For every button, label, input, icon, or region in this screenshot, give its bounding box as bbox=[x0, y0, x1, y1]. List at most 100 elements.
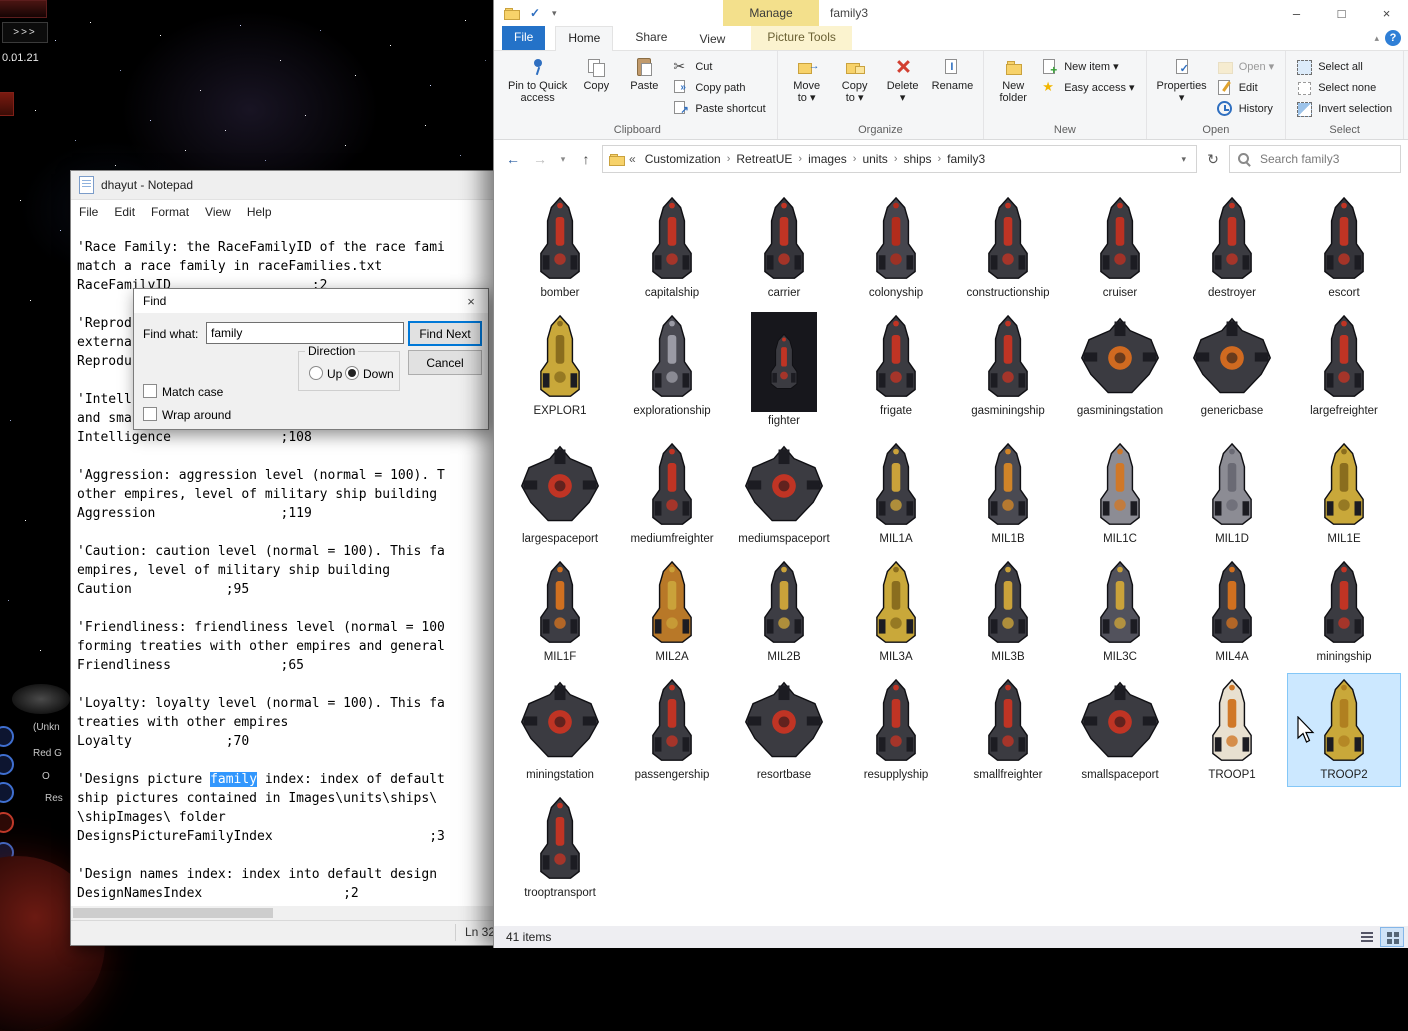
menu-view[interactable]: View bbox=[197, 202, 239, 222]
file-item-passengership[interactable]: passengership bbox=[616, 674, 728, 786]
file-item-mil2b[interactable]: MIL2B bbox=[728, 556, 840, 668]
search-box[interactable] bbox=[1229, 145, 1401, 173]
game-sidebar-button[interactable] bbox=[0, 726, 14, 747]
file-item-mediumspaceport[interactable]: mediumspaceport bbox=[728, 438, 840, 550]
rename-button[interactable]: Rename bbox=[927, 53, 979, 92]
help-icon[interactable]: ? bbox=[1385, 30, 1401, 46]
menu-format[interactable]: Format bbox=[143, 202, 197, 222]
direction-up-radio[interactable]: Up bbox=[309, 366, 342, 381]
list-view-button[interactable] bbox=[1356, 928, 1378, 946]
minimize-button[interactable]: – bbox=[1274, 0, 1319, 26]
file-item-mil1c[interactable]: MIL1C bbox=[1064, 438, 1176, 550]
file-item-mil4a[interactable]: MIL4A bbox=[1176, 556, 1288, 668]
find-next-button[interactable]: Find Next bbox=[408, 321, 482, 346]
back-button[interactable]: ← bbox=[502, 151, 524, 167]
file-item-largespaceport[interactable]: largespaceport bbox=[504, 438, 616, 550]
copy-path-button[interactable]: Copy path bbox=[670, 77, 771, 98]
breadcrumb-truncate[interactable]: « bbox=[626, 152, 639, 166]
file-item-mil1b[interactable]: MIL1B bbox=[952, 438, 1064, 550]
menu-file[interactable]: File bbox=[71, 202, 106, 222]
game-sidebar-button[interactable] bbox=[0, 812, 14, 833]
select-none-button[interactable]: Select none bbox=[1293, 77, 1398, 98]
find-what-input[interactable] bbox=[206, 322, 404, 344]
file-item-frigate[interactable]: frigate bbox=[840, 310, 952, 432]
file-item-mil3b[interactable]: MIL3B bbox=[952, 556, 1064, 668]
easy-access-button[interactable]: Easy access ▾ bbox=[1039, 77, 1140, 98]
file-item-explor1[interactable]: EXPLOR1 bbox=[504, 310, 616, 432]
file-item-mediumfreighter[interactable]: mediumfreighter bbox=[616, 438, 728, 550]
file-item-miningstation[interactable]: miningstation bbox=[504, 674, 616, 786]
forward-button[interactable]: → bbox=[529, 151, 551, 167]
tab-file[interactable]: File bbox=[502, 26, 546, 50]
file-item-resupplyship[interactable]: resupplyship bbox=[840, 674, 952, 786]
tab-picture-tools[interactable]: Picture Tools bbox=[751, 26, 852, 50]
refresh-icon[interactable]: ↻ bbox=[1202, 151, 1224, 168]
folder-icon[interactable] bbox=[504, 6, 520, 20]
file-item-largefreighter[interactable]: largefreighter bbox=[1288, 310, 1400, 432]
file-item-escort[interactable]: escort bbox=[1288, 192, 1400, 304]
file-item-cruiser[interactable]: cruiser bbox=[1064, 192, 1176, 304]
file-item-fighter[interactable]: fighter bbox=[728, 310, 840, 432]
collapse-ribbon-icon[interactable]: ▴ bbox=[1374, 33, 1379, 44]
file-item-capitalship[interactable]: capitalship bbox=[616, 192, 728, 304]
notepad-titlebar[interactable]: dhayut - Notepad bbox=[71, 171, 501, 200]
address-box[interactable]: « Customization › RetreatUE › images › units › s… bbox=[602, 145, 1197, 173]
new-folder-button[interactable]: New folder bbox=[989, 53, 1037, 104]
game-side-icon[interactable] bbox=[0, 92, 14, 116]
pin-to-quick-access-button[interactable]: Pin to Quick access bbox=[503, 53, 572, 104]
breadcrumb-item-customization[interactable]: Customization bbox=[640, 150, 726, 168]
expand-sidebar-button[interactable]: >>> bbox=[2, 22, 48, 43]
paste-shortcut-button[interactable]: Paste shortcut bbox=[670, 98, 771, 119]
search-input[interactable] bbox=[1258, 151, 1394, 167]
breadcrumb-item-family3[interactable]: family3 bbox=[942, 150, 990, 168]
up-button[interactable]: ↑ bbox=[575, 151, 597, 167]
close-icon[interactable]: × bbox=[456, 290, 486, 312]
cancel-button[interactable]: Cancel bbox=[408, 350, 482, 375]
maximize-button[interactable]: □ bbox=[1319, 0, 1364, 26]
breadcrumb-item-units[interactable]: units bbox=[857, 150, 892, 168]
horizontal-scrollbar[interactable] bbox=[71, 906, 501, 920]
open-button[interactable]: Open ▾ bbox=[1214, 56, 1281, 77]
scrollbar-thumb[interactable] bbox=[73, 908, 273, 918]
explorer-titlebar[interactable]: ▾ Manage family3 – □ × bbox=[494, 0, 1408, 26]
tab-share[interactable]: Share bbox=[623, 26, 679, 50]
file-item-bomber[interactable]: bomber bbox=[504, 192, 616, 304]
game-sidebar-button[interactable] bbox=[0, 754, 14, 775]
file-item-carrier[interactable]: carrier bbox=[728, 192, 840, 304]
file-item-gasminingstation[interactable]: gasminingstation bbox=[1064, 310, 1176, 432]
select-all-button[interactable]: Select all bbox=[1293, 56, 1398, 77]
direction-down-radio[interactable]: Down bbox=[345, 366, 394, 381]
history-dropdown-icon[interactable]: ▾ bbox=[556, 154, 570, 165]
tab-view[interactable]: View bbox=[689, 26, 735, 52]
file-item-mil1f[interactable]: MIL1F bbox=[504, 556, 616, 668]
move-to-button[interactable]: Move to ▾ bbox=[783, 53, 831, 104]
file-item-trooptransport[interactable]: trooptransport bbox=[504, 792, 616, 904]
file-item-destroyer[interactable]: destroyer bbox=[1176, 192, 1288, 304]
file-item-troop1[interactable]: TROOP1 bbox=[1176, 674, 1288, 786]
file-item-colonyship[interactable]: colonyship bbox=[840, 192, 952, 304]
match-case-checkbox[interactable]: Match case bbox=[143, 384, 223, 399]
menu-edit[interactable]: Edit bbox=[106, 202, 143, 222]
breadcrumb-item-ships[interactable]: ships bbox=[898, 150, 936, 168]
file-item-mil1e[interactable]: MIL1E bbox=[1288, 438, 1400, 550]
paste-button[interactable]: Paste bbox=[620, 53, 668, 92]
qat-dropdown-icon[interactable]: ▾ bbox=[552, 8, 557, 19]
properties-check-icon[interactable] bbox=[529, 6, 543, 20]
breadcrumb-item-images[interactable]: images bbox=[803, 150, 852, 168]
file-item-constructionship[interactable]: constructionship bbox=[952, 192, 1064, 304]
file-item-mil3a[interactable]: MIL3A bbox=[840, 556, 952, 668]
tab-home[interactable]: Home bbox=[555, 26, 614, 51]
invert-selection-button[interactable]: Invert selection bbox=[1293, 98, 1398, 119]
edit-button[interactable]: Edit bbox=[1214, 77, 1281, 98]
properties-button[interactable]: Properties ▾ bbox=[1152, 53, 1212, 104]
close-button[interactable]: × bbox=[1364, 0, 1408, 26]
file-item-mil1d[interactable]: MIL1D bbox=[1176, 438, 1288, 550]
thumbnail-view-button[interactable] bbox=[1380, 927, 1404, 947]
game-sidebar-button[interactable] bbox=[0, 782, 14, 803]
history-button[interactable]: History bbox=[1214, 98, 1281, 119]
file-item-gasminingship[interactable]: gasminingship bbox=[952, 310, 1064, 432]
file-item-smallspaceport[interactable]: smallspaceport bbox=[1064, 674, 1176, 786]
menu-help[interactable]: Help bbox=[239, 202, 280, 222]
file-item-mil1a[interactable]: MIL1A bbox=[840, 438, 952, 550]
breadcrumb-item-retreatue[interactable]: RetreatUE bbox=[731, 150, 797, 168]
